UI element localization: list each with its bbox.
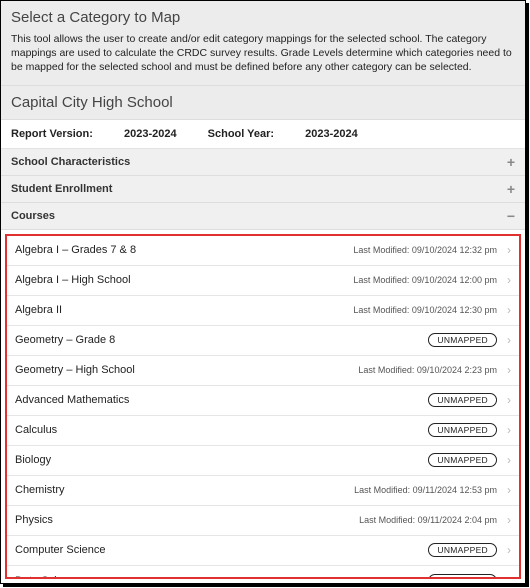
intro-text: This tool allows the user to create and/… [11,32,515,75]
course-row[interactable]: Algebra I – High SchoolLast Modified: 09… [7,266,519,296]
unmapped-badge: UNMAPPED [428,423,497,437]
last-modified: Last Modified: 09/11/2024 12:53 pm [354,485,497,495]
course-row[interactable]: Geometry – High SchoolLast Modified: 09/… [7,356,519,386]
course-name: Physics [15,514,359,526]
chevron-right-icon: › [507,574,511,579]
course-name: Algebra II [15,304,353,316]
courses-panel: Algebra I – Grades 7 & 8Last Modified: 0… [1,230,525,583]
last-modified: Last Modified: 09/10/2024 12:32 pm [353,245,497,255]
last-modified: Last Modified: 09/10/2024 12:30 pm [353,305,497,315]
chevron-right-icon: › [507,483,511,497]
chevron-right-icon: › [507,513,511,527]
chevron-right-icon: › [507,543,511,557]
course-name: Calculus [15,424,428,436]
page-title: Select a Category to Map [11,9,515,26]
course-row[interactable]: PhysicsLast Modified: 09/11/2024 2:04 pm… [7,506,519,536]
course-row[interactable]: ChemistryLast Modified: 09/11/2024 12:53… [7,476,519,506]
last-modified: Last Modified: 09/10/2024 12:00 pm [353,275,497,285]
school-bar: Capital City High School [1,86,525,120]
header-bar: Select a Category to Map This tool allow… [1,1,525,86]
unmapped-badge: UNMAPPED [428,574,497,579]
course-row[interactable]: BiologyUNMAPPED › [7,446,519,476]
course-name: Chemistry [15,484,354,496]
accordion-label: Courses [11,210,55,222]
course-row[interactable]: Algebra IILast Modified: 09/10/2024 12:3… [7,296,519,326]
unmapped-badge: UNMAPPED [428,453,497,467]
course-name: Advanced Mathematics [15,394,428,406]
course-name: Computer Science [15,544,428,556]
accordion-label: Student Enrollment [11,183,112,195]
course-row[interactable]: Data ScienceUNMAPPED › [7,566,519,579]
plus-icon: + [507,182,515,196]
course-name: Geometry – High School [15,364,358,376]
school-year: School Year: 2023-2024 [208,128,358,140]
accordion-label: School Characteristics [11,156,130,168]
course-row[interactable]: CalculusUNMAPPED › [7,416,519,446]
plus-icon: + [507,155,515,169]
chevron-right-icon: › [507,393,511,407]
chevron-right-icon: › [507,453,511,467]
course-name: Algebra I – High School [15,274,353,286]
accordion-courses[interactable]: Courses − [1,203,525,230]
accordion-student-enrollment[interactable]: Student Enrollment + [1,176,525,203]
course-name: Algebra I – Grades 7 & 8 [15,244,353,256]
course-name: Geometry – Grade 8 [15,334,428,346]
course-name: Biology [15,454,428,466]
last-modified: Last Modified: 09/11/2024 2:04 pm [359,515,497,525]
report-version: Report Version: 2023-2024 [11,128,180,140]
chevron-right-icon: › [507,303,511,317]
course-name: Data Science [15,575,428,579]
meta-bar: Report Version: 2023-2024 School Year: 2… [1,120,525,149]
chevron-right-icon: › [507,423,511,437]
course-row[interactable]: Algebra I – Grades 7 & 8Last Modified: 0… [7,236,519,266]
unmapped-badge: UNMAPPED [428,333,497,347]
unmapped-badge: UNMAPPED [428,543,497,557]
last-modified: Last Modified: 09/10/2024 2:23 pm [358,365,497,375]
course-row[interactable]: Advanced MathematicsUNMAPPED › [7,386,519,416]
minus-icon: − [507,209,515,223]
chevron-right-icon: › [507,333,511,347]
school-name: Capital City High School [11,94,515,111]
courses-list: Algebra I – Grades 7 & 8Last Modified: 0… [5,234,521,579]
accordion-school-characteristics[interactable]: School Characteristics + [1,149,525,176]
course-row[interactable]: Computer ScienceUNMAPPED › [7,536,519,566]
course-row[interactable]: Geometry – Grade 8UNMAPPED › [7,326,519,356]
chevron-right-icon: › [507,273,511,287]
chevron-right-icon: › [507,363,511,377]
chevron-right-icon: › [507,243,511,257]
unmapped-badge: UNMAPPED [428,393,497,407]
